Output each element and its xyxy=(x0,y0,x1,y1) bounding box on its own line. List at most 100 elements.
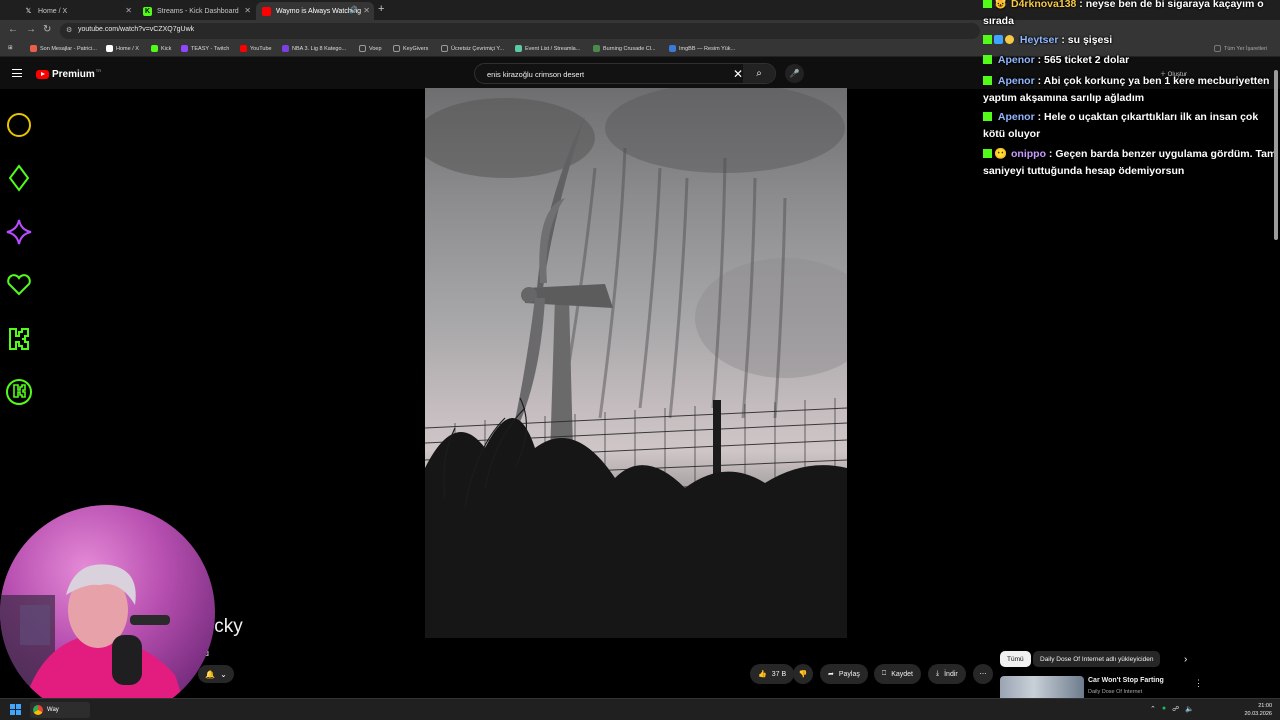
recommended-video-title[interactable]: Car Won't Stop Farting xyxy=(1088,677,1164,684)
site-info-icon[interactable]: ⚙ xyxy=(66,26,72,34)
bookmark-favicon-icon xyxy=(240,45,247,52)
close-tab-icon[interactable]: ✕ xyxy=(363,6,370,15)
voice-search-icon[interactable]: 🎤 xyxy=(785,64,804,83)
new-tab-button[interactable]: + xyxy=(378,3,384,15)
like-count: 37 B xyxy=(771,670,787,678)
bookmark-item[interactable]: Home / X xyxy=(106,45,139,52)
video-title: icky xyxy=(210,616,243,637)
chat-username[interactable]: Apenor xyxy=(998,54,1035,66)
bookmark-favicon-icon xyxy=(30,45,37,52)
kick-badge-icon xyxy=(983,35,992,44)
share-button[interactable]: ➦ Paylaş xyxy=(820,664,868,684)
search-button[interactable]: ⌕ xyxy=(743,64,775,83)
taskbar-clock[interactable]: 21:00 20.03.2026 xyxy=(1244,702,1272,718)
x-logo-icon: 𝕏 xyxy=(25,8,32,15)
bookmark-favicon-icon xyxy=(515,45,522,52)
windows-start-icon[interactable] xyxy=(10,704,21,715)
overlay-diamond-icon xyxy=(5,164,33,192)
like-button[interactable]: 👍 37 B xyxy=(750,664,795,684)
webcam-feed xyxy=(0,564,190,720)
chat-message: Apenor : Hele o uçaktan çıkarttıkları il… xyxy=(983,109,1277,143)
chevron-down-icon: ⌄ xyxy=(220,669,227,679)
bookmark-item[interactable]: ImgBB — Resim Yük... xyxy=(669,45,735,52)
recommended-video-channel[interactable]: Daily Dose Of Internet xyxy=(1088,689,1142,695)
bookmark-label: ImgBB — Resim Yük... xyxy=(679,45,736,52)
bookmark-label: TEASY - Twitch xyxy=(191,45,230,52)
logo-region: TR xyxy=(95,68,102,73)
dislike-button[interactable]: 👎 xyxy=(793,664,813,684)
bookmark-item[interactable]: Son Mesajlar - Patrici... xyxy=(30,45,97,52)
youtube-premium-logo[interactable]: Premium TR xyxy=(36,68,102,80)
more-actions-button[interactable]: ⋯ xyxy=(973,664,993,684)
back-icon[interactable]: ← xyxy=(8,24,18,35)
tab-x-home[interactable]: 𝕏 Home / X ✕ xyxy=(18,2,136,20)
chat-username[interactable]: Apenor xyxy=(998,111,1035,123)
overlay-kick-circle-icon xyxy=(5,378,33,406)
tab-kick-dashboard[interactable]: K Streams - Kick Dashboard ✕ xyxy=(137,2,255,20)
save-button[interactable]: ⎕ Kaydet xyxy=(874,664,921,684)
bookmark-item[interactable]: TEASY - Twitch xyxy=(181,45,229,52)
filter-chip-all[interactable]: Tümü xyxy=(1000,651,1031,667)
chat-message: Apenor : Abi çok korkunç ya ben 1 kere m… xyxy=(983,73,1277,107)
video-player[interactable] xyxy=(425,88,847,638)
apps-icon[interactable]: ⊞ xyxy=(8,45,13,51)
clear-search-icon[interactable]: ✕ xyxy=(733,67,743,81)
overlay-circle-icon xyxy=(5,111,33,139)
bookmark-folder[interactable]: Ücretsiz Çevrimiçi Y... xyxy=(441,45,504,52)
gift-badge-icon xyxy=(994,35,1003,44)
bell-icon: 🔔 xyxy=(205,669,216,679)
search-input[interactable]: enis kirazoğlu crimson desert xyxy=(487,70,584,79)
bookmark-label: Voep xyxy=(369,45,382,52)
chat-username[interactable]: Heytser xyxy=(1020,34,1059,46)
reload-icon[interactable]: ↻ xyxy=(43,24,51,35)
audio-playing-icon[interactable]: 🔊 xyxy=(349,6,358,14)
bookmark-item[interactable]: Event List / Streamla... xyxy=(515,45,580,52)
chat-message: 😶 onippo : Geçen barda benzer uygulama g… xyxy=(983,146,1277,180)
search-box[interactable]: enis kirazoğlu crimson desert ✕ ⌕ xyxy=(474,63,776,84)
taskbar-chrome-app[interactable]: Way xyxy=(30,702,90,718)
forward-icon[interactable]: → xyxy=(26,24,36,35)
bookmark-item[interactable]: Burning Crusade Cl... xyxy=(593,45,656,52)
chat-username[interactable]: D4rknova138 xyxy=(1011,0,1076,10)
chat-message: 😺 D4rknova138 : neyse ben de bi sigaraya… xyxy=(983,0,1277,30)
close-tab-icon[interactable]: ✕ xyxy=(244,6,251,15)
bookmark-label: Event List / Streamla... xyxy=(525,45,581,52)
bookmark-folder[interactable]: KeyGivers xyxy=(393,45,428,52)
bookmark-label: Ücretsiz Çevrimiçi Y... xyxy=(451,45,504,52)
more-vertical-icon[interactable]: ⋮ xyxy=(1194,678,1203,689)
download-button[interactable]: ⤓ İndir xyxy=(928,664,966,684)
chevron-right-icon[interactable]: › xyxy=(1184,654,1187,665)
download-label: İndir xyxy=(944,670,958,678)
bookmark-folder[interactable]: Voep xyxy=(359,45,382,52)
network-icon[interactable]: ☍ xyxy=(1172,705,1179,713)
folder-icon xyxy=(441,45,448,52)
bookmark-label: NBA 3. Lig 8 Katego... xyxy=(292,45,347,52)
overlay-heart-icon xyxy=(5,271,33,299)
address-bar[interactable]: ⚙ youtube.com/watch?v=vCZXQ7gUwk xyxy=(60,23,980,39)
system-tray: ⌃ ● ☍ 🔈 xyxy=(1150,705,1194,713)
filter-chip-uploader[interactable]: Daily Dose Of Internet adlı yükleyiciden xyxy=(1033,651,1161,667)
kick-badge-icon xyxy=(983,112,992,121)
tab-youtube-video[interactable]: Waymo is Always Watching 🔊 ✕ xyxy=(256,2,374,20)
volume-icon[interactable]: 🔈 xyxy=(1185,705,1194,713)
thumbs-down-icon: 👎 xyxy=(798,671,808,678)
bookmark-favicon-icon xyxy=(282,45,289,52)
close-tab-icon[interactable]: ✕ xyxy=(125,6,132,15)
bookmark-label: KeyGivers xyxy=(403,45,429,52)
chat-text: : su şişesi xyxy=(1061,34,1113,46)
spotify-icon[interactable]: ● xyxy=(1162,705,1166,713)
chat-username[interactable]: Apenor xyxy=(998,75,1035,87)
streamer-webcam xyxy=(0,505,215,720)
bookmark-item[interactable]: YouTube xyxy=(240,45,272,52)
screen: 𝕏 Home / X ✕ K Streams - Kick Dashboard … xyxy=(0,0,1280,720)
notification-bell-button[interactable]: 🔔 ⌄ xyxy=(198,665,234,683)
bookmark-item[interactable]: NBA 3. Lig 8 Katego... xyxy=(282,45,346,52)
page-scrollbar[interactable] xyxy=(1274,70,1278,240)
chevron-up-icon[interactable]: ⌃ xyxy=(1150,705,1156,713)
bookmark-icon: ⎕ xyxy=(882,670,887,677)
menu-icon[interactable] xyxy=(12,69,22,80)
kick-badge-icon xyxy=(983,0,992,8)
kick-badge-icon xyxy=(983,55,992,64)
bookmark-item[interactable]: Kick xyxy=(151,45,171,52)
chat-username[interactable]: onippo xyxy=(1011,148,1046,160)
